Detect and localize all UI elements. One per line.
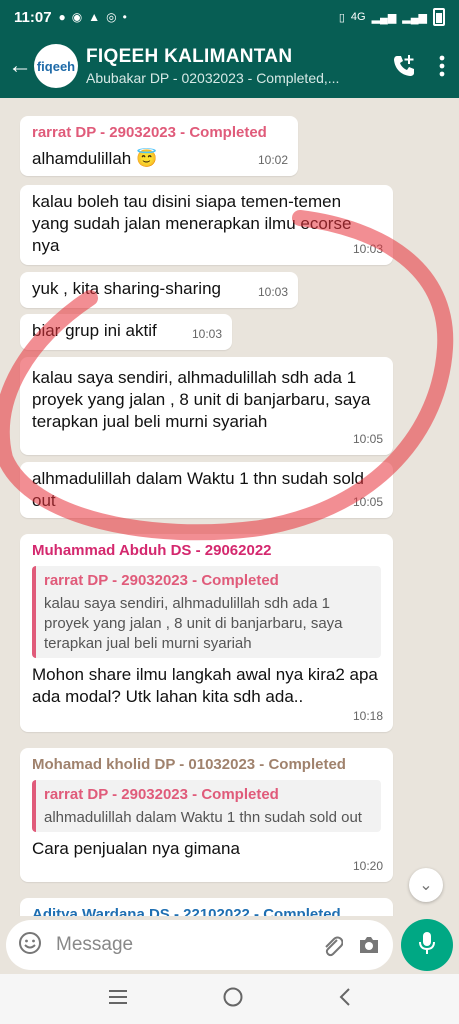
chat-notification-icon: ◉ [71, 10, 83, 24]
quote-sender: rarrat DP - 29032023 - Completed [44, 786, 279, 803]
message-bubble[interactable]: kalau saya sendiri, alhmadulillah sdh ad… [20, 357, 393, 455]
quote-text: alhmadulillah dalam Waktu 1 thn sudah so… [44, 809, 362, 826]
system-nav-bar [0, 974, 459, 1024]
mic-button[interactable] [401, 919, 453, 971]
message-time: 10:03 [191, 327, 222, 341]
message-text: Cara penjualan nya gimana [32, 839, 240, 858]
avatar-text: fiqeeh [36, 58, 76, 74]
message-text: Mohon share ilmu langkah awal nya kira2 … [32, 665, 383, 706]
warning-icon: ▲ [88, 10, 101, 24]
message-time: 10:05 [352, 495, 383, 509]
back-arrow-icon[interactable]: ← [8, 52, 34, 80]
signal-icon: ▂▄▆ [371, 11, 397, 24]
message-time: 10:20 [352, 859, 383, 873]
header-info[interactable]: FIQEEH KALIMANTAN Abubakar DP - 02032023… [86, 46, 381, 86]
message-bubble[interactable]: kalau boleh tau disini siapa temen-temen… [20, 185, 393, 265]
message-time: 10:02 [257, 153, 288, 167]
emoji-icon[interactable] [18, 931, 42, 960]
attach-icon[interactable] [321, 933, 343, 957]
chat-header: ← fiqeeh FIQEEH KALIMANTAN Abubakar DP -… [0, 34, 459, 98]
message-time: 10:05 [352, 432, 383, 446]
message-sender[interactable]: rarrat DP - 29032023 - Completed [32, 122, 286, 144]
group-avatar[interactable]: fiqeeh [34, 44, 78, 88]
quoted-message[interactable]: rarrat DP - 29032023 - Completed alhmadu… [32, 780, 381, 832]
message-text: alhmadulillah dalam Waktu 1 thn sudah so… [32, 469, 369, 510]
message-bubble[interactable]: Aditya Wardana DS - 22102022 - Completed [20, 898, 393, 916]
message-bubble[interactable]: yuk , kita sharing-sharing 10:03 [20, 272, 298, 308]
message-bubble[interactable]: Mohamad kholid DP - 01032023 - Completed… [20, 748, 393, 882]
battery-icon [433, 8, 445, 26]
message-text: kalau boleh tau disini siapa temen-temen… [32, 192, 357, 255]
mic-icon [417, 930, 437, 961]
group-name: FIQEEH KALIMANTAN [86, 46, 293, 67]
message-time: 10:18 [352, 709, 383, 723]
status-bar: 11:07 ● ◉ ▲ ◎ • ▯ 4G ▂▄▆ ▂▄▆ [0, 0, 459, 34]
message-bubble[interactable]: rarrat DP - 29032023 - Completed alhamdu… [20, 116, 298, 176]
more-options-icon[interactable] [439, 55, 445, 77]
network-label: 4G [350, 11, 366, 23]
message-input-container[interactable] [6, 920, 393, 970]
message-bubble[interactable]: Muhammad Abduh DS - 29062022 rarrat DP -… [20, 534, 393, 732]
message-sender[interactable]: Muhammad Abduh DS - 29062022 [32, 540, 381, 562]
message-time: 10:03 [257, 285, 288, 299]
dot-icon: • [122, 10, 127, 24]
camera-icon[interactable] [357, 934, 381, 956]
scroll-down-button[interactable]: ⌄ [409, 868, 443, 902]
instagram-icon: ◎ [106, 10, 117, 24]
quote-text: kalau saya sendiri, alhmadulillah sdh ad… [44, 595, 343, 652]
message-bubble[interactable]: biar grup ini aktif 10:03 [20, 314, 232, 350]
add-call-icon[interactable] [391, 53, 417, 79]
signal-icon-2: ▂▄▆ [402, 11, 427, 24]
message-text: kalau saya sendiri, alhmadulillah sdh ad… [32, 368, 376, 431]
quote-sender: rarrat DP - 29032023 - Completed [44, 572, 279, 589]
message-sender[interactable]: Mohamad kholid DP - 01032023 - Completed [32, 754, 381, 776]
message-text: yuk , kita sharing-sharing [32, 279, 221, 298]
message-input-bar [0, 916, 459, 974]
group-participants: Abubakar DP - 02032023 - Completed,... [86, 70, 340, 86]
quoted-message[interactable]: rarrat DP - 29032023 - Completed kalau s… [32, 566, 381, 658]
status-time: 11:07 [14, 8, 52, 26]
message-bubble[interactable]: alhmadulillah dalam Waktu 1 thn sudah so… [20, 462, 393, 518]
chevron-double-down-icon: ⌄ [419, 877, 433, 894]
chat-area[interactable]: rarrat DP - 29032023 - Completed alhamdu… [0, 98, 459, 916]
message-sender[interactable]: Aditya Wardana DS - 22102022 - Completed [32, 904, 381, 916]
back-icon[interactable] [337, 986, 353, 1013]
home-icon[interactable] [222, 986, 244, 1013]
message-text: alhamdulillah 😇 [32, 149, 158, 168]
whatsapp-notification-icon: ● [58, 10, 66, 24]
message-time: 10:03 [352, 242, 383, 256]
vibrate-icon: ▯ [338, 11, 345, 24]
recent-apps-icon[interactable] [107, 988, 129, 1011]
message-input[interactable] [56, 934, 307, 956]
